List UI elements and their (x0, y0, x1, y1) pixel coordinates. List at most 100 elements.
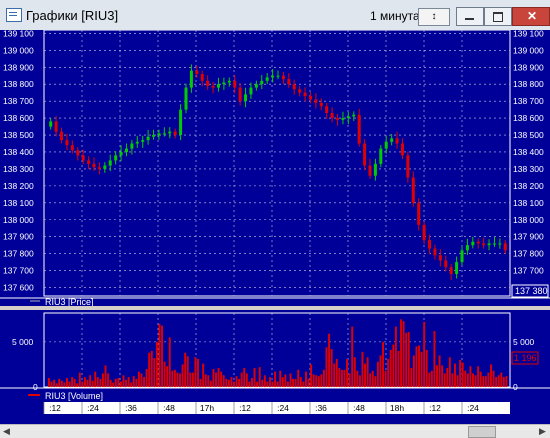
candle-body (54, 121, 58, 132)
candle-body (390, 138, 394, 142)
volume-bar (281, 377, 284, 387)
volume-bar (119, 381, 122, 387)
candle-body (308, 96, 312, 100)
candle-body (319, 102, 323, 107)
price-tick-label: 138 100 (3, 198, 34, 208)
volume-bar (194, 357, 197, 387)
volume-bar (284, 374, 287, 387)
volume-bar (490, 364, 492, 387)
volume-bar (145, 368, 148, 387)
volume-bar (304, 371, 307, 387)
volume-bar (484, 376, 487, 387)
price-tick-label: 138 900 (3, 62, 34, 72)
volume-bar (204, 374, 207, 387)
minimize-button[interactable] (456, 7, 484, 26)
candle-body (130, 143, 134, 149)
volume-bar (199, 378, 202, 387)
candle-body (276, 75, 280, 77)
volume-bar (397, 350, 400, 387)
price-tick-label: 138 900 (513, 62, 544, 72)
price-tick-label: 138 000 (3, 215, 34, 225)
title-bar[interactable]: Графики [RIU3] 1 минута ↕ ✕ (0, 0, 550, 31)
volume-bar (83, 377, 86, 387)
volume-bar (495, 377, 498, 387)
scroll-thumb[interactable] (468, 426, 496, 438)
candle-body (298, 89, 302, 93)
volume-bar (502, 377, 505, 387)
volume-tick-label: 0 (33, 382, 38, 392)
candle-body (368, 165, 372, 176)
price-tick-label: 137 900 (513, 232, 544, 242)
horizontal-scrollbar[interactable]: ◀ ▶ (0, 424, 550, 438)
candle-body (265, 77, 269, 81)
volume-bar (189, 372, 192, 387)
volume-bar (330, 349, 333, 387)
window-title: Графики [RIU3] (26, 8, 119, 23)
volume-bar (297, 369, 300, 387)
price-tick-label: 139 000 (513, 45, 544, 55)
volume-bar (256, 381, 259, 387)
volume-bar (63, 382, 66, 387)
volume-bar (227, 379, 230, 387)
price-tick-label: 138 300 (513, 164, 544, 174)
candle-body (428, 240, 432, 249)
volume-bar (497, 375, 500, 387)
volume-bar (122, 375, 125, 387)
volume-bar (132, 376, 135, 387)
volume-bar (376, 361, 379, 387)
volume-bar (153, 358, 156, 387)
close-button[interactable]: ✕ (512, 7, 550, 26)
volume-bar (78, 372, 81, 387)
volume-bar (140, 373, 143, 387)
volume-last-value: 1 196 (514, 353, 537, 363)
scroll-left-icon[interactable]: ◀ (0, 425, 13, 438)
candle-body (179, 109, 183, 136)
candle-body (341, 118, 345, 120)
volume-bar (459, 359, 462, 387)
time-tick-label: :24 (467, 403, 479, 413)
volume-bar (302, 381, 305, 387)
volume-bar (482, 376, 485, 387)
candle-body (395, 138, 399, 144)
volume-bar (202, 363, 205, 387)
volume-bar (261, 379, 264, 387)
candle-body (146, 136, 150, 141)
volume-bar (433, 331, 436, 387)
candle-body (227, 80, 231, 83)
candle-body (400, 143, 404, 156)
candle-body (363, 143, 367, 166)
scroll-right-icon[interactable]: ▶ (536, 425, 549, 438)
timeframe-button[interactable]: ↕ (418, 8, 450, 26)
panel-divider[interactable] (0, 306, 550, 310)
volume-bar (238, 378, 241, 387)
volume-bar (423, 322, 426, 387)
candle-body (406, 155, 410, 178)
candle-body (455, 262, 459, 274)
candle-body (449, 267, 453, 274)
volume-bar (89, 375, 92, 387)
minimize-icon (465, 18, 474, 20)
candle-body (260, 80, 264, 85)
volume-bar (197, 359, 199, 387)
price-tick-label: 137 700 (3, 266, 34, 276)
volume-bar (266, 381, 269, 387)
volume-bar (310, 364, 313, 387)
candle-body (287, 79, 291, 85)
volume-bar (477, 366, 480, 387)
maximize-button[interactable] (484, 7, 512, 26)
time-tick-label: :24 (87, 403, 99, 413)
price-tick-label: 137 800 (3, 249, 34, 259)
volume-bar (394, 326, 397, 387)
volume-bar (333, 363, 336, 387)
volume-bar (412, 355, 415, 387)
volume-bar (104, 365, 107, 387)
volume-bar (161, 325, 163, 387)
volume-bar (117, 377, 120, 387)
volume-bar (356, 370, 359, 387)
volume-bar (436, 365, 438, 387)
chart-area[interactable]: 139 100 139 000 138 900 138 800 138 700 138 6… (0, 30, 550, 424)
time-tick-label: :24 (277, 403, 289, 413)
volume-bar (407, 331, 410, 387)
candle-body (114, 155, 118, 161)
volume-bar (258, 367, 261, 387)
